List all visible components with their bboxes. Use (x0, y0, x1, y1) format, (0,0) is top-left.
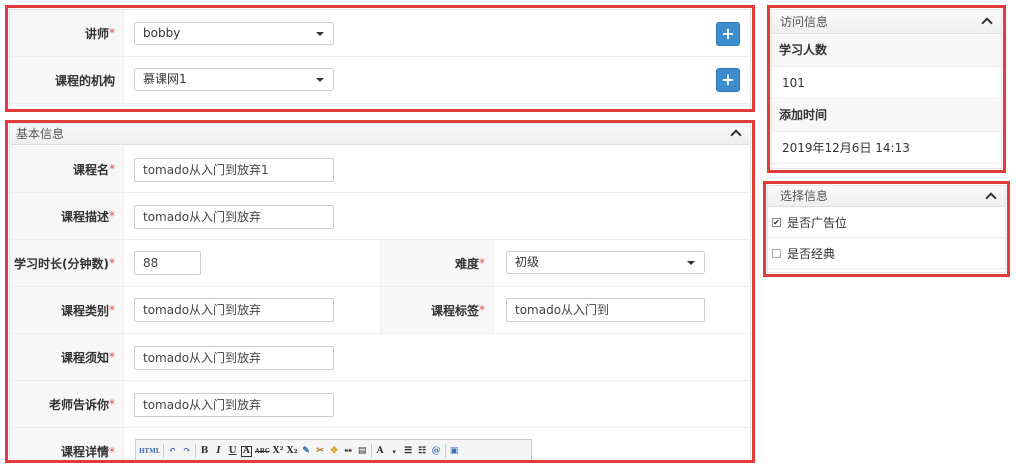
highlight-box-select (763, 181, 1010, 277)
highlight-box-top (5, 5, 755, 112)
highlight-box-visit (767, 5, 1006, 173)
highlight-box-basic (5, 120, 755, 463)
